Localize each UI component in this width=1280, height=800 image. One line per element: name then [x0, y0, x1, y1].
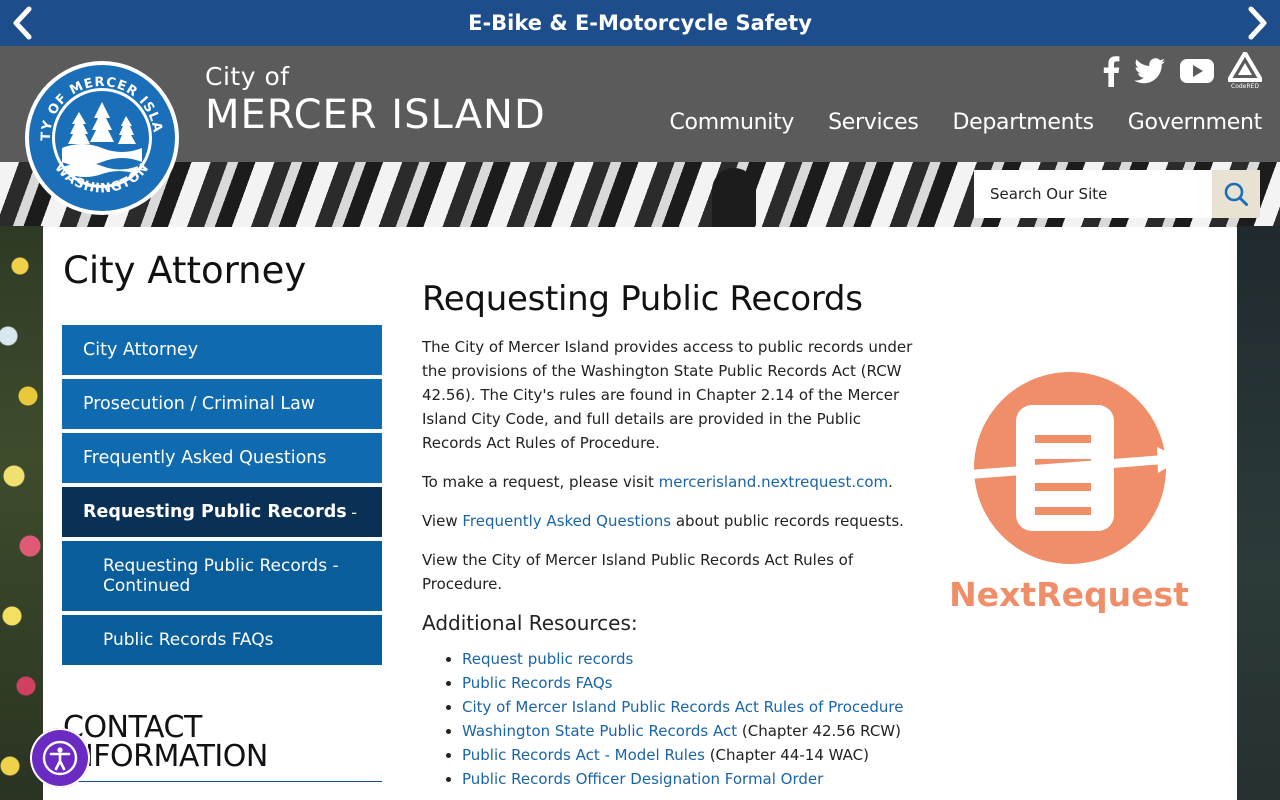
- nav-community[interactable]: Community: [635, 106, 794, 140]
- request-suffix: .: [888, 473, 893, 491]
- social-links: CodeRED: [1102, 52, 1262, 92]
- nextrequest-document-icon: [962, 372, 1181, 564]
- sidebar-item-city-attorney[interactable]: City Attorney: [62, 325, 382, 375]
- background-photo-right: [1237, 226, 1280, 800]
- rules-paragraph: View the City of Mercer Island Public Re…: [422, 551, 854, 593]
- twitter-icon: [1134, 58, 1165, 84]
- resource-note: (Chapter 44-14 WAC): [704, 746, 869, 764]
- faq-paragraph: View Frequently Asked Questions about pu…: [422, 509, 922, 533]
- nextrequest-wordmark: NextRequest: [949, 575, 1189, 614]
- sidebar-item-faq[interactable]: Frequently Asked Questions: [62, 433, 382, 483]
- search-icon: [1224, 182, 1248, 206]
- resources-list: Request public records Public Records FA…: [422, 647, 922, 791]
- resource-link[interactable]: Public Records Officer Designation Forma…: [462, 770, 823, 788]
- brand-name: MERCER ISLAND: [205, 92, 546, 138]
- faq-prefix: View: [422, 512, 463, 530]
- site-search: [974, 170, 1260, 218]
- chevron-left-icon: [13, 6, 32, 40]
- search-input[interactable]: [974, 170, 1212, 218]
- intro-paragraph: The City of Mercer Island provides acces…: [422, 338, 913, 452]
- main-article: Requesting Public Records The City of Me…: [422, 279, 922, 791]
- sidebar-item-requesting-public-records[interactable]: Requesting Public Records -: [62, 487, 382, 537]
- list-item: Washington State Public Records Act (Cha…: [462, 719, 922, 743]
- twitter-link[interactable]: [1134, 52, 1166, 90]
- site-header: [0, 46, 1280, 162]
- list-item: City of Mercer Island Public Records Act…: [462, 695, 922, 719]
- resource-link[interactable]: Request public records: [462, 650, 633, 668]
- codered-link[interactable]: CodeRED: [1228, 52, 1262, 92]
- request-prefix: To make a request, please visit: [422, 473, 659, 491]
- resource-link[interactable]: Public Records FAQs: [462, 674, 612, 692]
- sidebar-item-label: Requesting Public Records: [83, 502, 347, 522]
- request-paragraph: To make a request, please visit merceris…: [422, 470, 922, 494]
- facebook-icon: [1103, 56, 1120, 87]
- resource-link[interactable]: Washington State Public Records Act: [462, 722, 737, 740]
- resource-note: (Chapter 42.56 RCW): [737, 722, 901, 740]
- site-brand[interactable]: City of MERCER ISLAND: [205, 62, 546, 138]
- main-nav: Community Services Departments Governmen…: [635, 106, 1262, 140]
- list-item: Public Records FAQs: [462, 671, 922, 695]
- chevron-right-icon: [1248, 6, 1267, 40]
- sidebar-item-label: Requesting Public Records - Continued: [103, 556, 339, 596]
- page-title: Requesting Public Records: [422, 279, 863, 319]
- faq-suffix: about public records requests.: [671, 512, 904, 530]
- brand-city-of: City of: [205, 62, 290, 91]
- search-button[interactable]: [1212, 170, 1260, 218]
- lamp-photo-detail: [712, 168, 756, 228]
- alert-bar: E-Bike & E-Motorcycle Safety: [0, 0, 1280, 46]
- contact-information-heading: CONTACT INFORMATION: [63, 713, 382, 782]
- additional-resources-heading: Additional Resources:: [422, 611, 638, 635]
- sidebar-nav: City Attorney Prosecution / Criminal Law…: [62, 325, 382, 669]
- list-item: Public Records Act - Model Rules (Chapte…: [462, 743, 922, 767]
- codered-label: CodeRED: [1231, 83, 1259, 90]
- youtube-icon: [1180, 59, 1214, 83]
- faq-link[interactable]: Frequently Asked Questions: [462, 512, 671, 530]
- accessibility-button[interactable]: [30, 728, 90, 788]
- sidebar-item-requesting-public-records-continued[interactable]: Requesting Public Records - Continued: [62, 541, 382, 611]
- accessibility-icon: [42, 740, 78, 776]
- sidebar-item-label: Public Records FAQs: [103, 630, 274, 650]
- list-item: Public Records Officer Designation Forma…: [462, 767, 922, 791]
- resource-link[interactable]: Public Records Act - Model Rules: [462, 746, 705, 764]
- section-title: City Attorney: [63, 249, 307, 292]
- nav-government[interactable]: Government: [1094, 106, 1263, 140]
- youtube-link[interactable]: [1180, 52, 1214, 90]
- nextrequest-logo[interactable]: NextRequest: [943, 367, 1195, 627]
- flowers-photo: [0, 226, 43, 800]
- collapse-toggle[interactable]: -: [351, 503, 361, 522]
- sidebar-item-public-records-faqs[interactable]: Public Records FAQs: [62, 615, 382, 665]
- list-item: Request public records: [462, 647, 922, 671]
- codered-icon: [1228, 52, 1262, 82]
- resource-link[interactable]: City of Mercer Island Public Records Act…: [462, 698, 904, 716]
- sidebar-item-prosecution[interactable]: Prosecution / Criminal Law: [62, 379, 382, 429]
- facebook-link[interactable]: [1102, 52, 1120, 90]
- nav-departments[interactable]: Departments: [919, 106, 1095, 140]
- nav-services[interactable]: Services: [794, 106, 919, 140]
- alert-link[interactable]: E-Bike & E-Motorcycle Safety: [468, 11, 812, 35]
- sidebar-item-label: Prosecution / Criminal Law: [83, 394, 316, 414]
- city-seal-logo[interactable]: CITY OF MERCER ISLAND WASHINGTON: [24, 60, 180, 216]
- sidebar-item-label: City Attorney: [83, 340, 199, 360]
- alert-prev-button[interactable]: [4, 4, 40, 42]
- alert-next-button[interactable]: [1240, 4, 1276, 42]
- sidebar-item-label: Frequently Asked Questions: [83, 448, 327, 468]
- nextrequest-link[interactable]: mercerisland.nextrequest.com: [659, 473, 889, 491]
- content-panel: City Attorney City Attorney Prosecution …: [43, 227, 1237, 800]
